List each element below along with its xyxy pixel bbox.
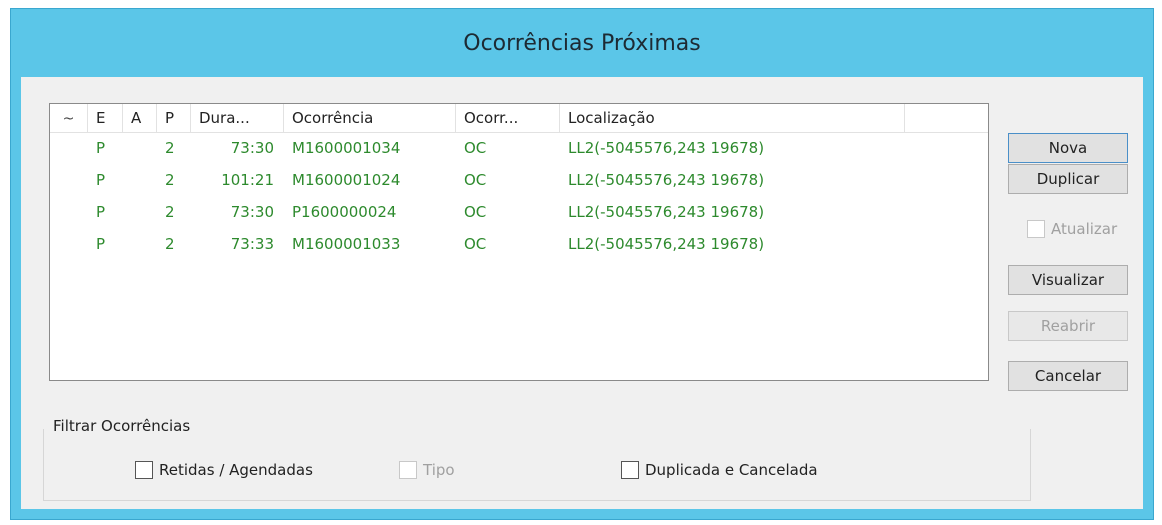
sort-tilde-icon: ~ <box>62 111 75 127</box>
row-cell-e: P <box>96 203 106 221</box>
table-row[interactable]: P 2 73:33 M1600001033 OC LL2(-5045576,24… <box>50 228 988 260</box>
filter-groupbox-title: Filtrar Ocorrências <box>53 417 195 435</box>
row-cell-localizacao: LL2(-5045576,243 19678) <box>568 203 765 221</box>
row-cell-ocorr: OC <box>464 235 487 253</box>
row-cell-duration: 73:30 <box>230 203 274 221</box>
reabrir-button[interactable]: Reabrir <box>1008 311 1128 341</box>
nova-button[interactable]: Nova <box>1008 133 1128 163</box>
row-cell-duration: 73:30 <box>230 139 274 157</box>
atualizar-checkbox-label: Atualizar <box>1051 220 1118 238</box>
atualizar-checkbox-box[interactable] <box>1027 220 1045 238</box>
column-header-ocorr[interactable]: Ocorr... <box>456 104 560 132</box>
row-cell-ocorrencia: M1600001024 <box>292 171 401 189</box>
retidas-agendadas-checkbox[interactable]: Retidas / Agendadas <box>135 461 313 479</box>
occurrences-list[interactable]: ~ E A P Dura... Ocorrência Ocorr... Loca… <box>49 103 989 381</box>
row-cell-e: P <box>96 139 106 157</box>
table-row[interactable]: P 2 73:30 P1600000024 OC LL2(-5045576,24… <box>50 196 988 228</box>
row-cell-til <box>50 196 88 228</box>
duplicada-cancelada-checkbox-box[interactable] <box>621 461 639 479</box>
row-cell-p: 2 <box>165 203 175 221</box>
atualizar-checkbox[interactable]: Atualizar <box>1027 220 1117 238</box>
column-header-p[interactable]: P <box>157 104 191 132</box>
visualizar-button[interactable]: Visualizar <box>1008 265 1128 295</box>
column-header-sort[interactable]: ~ <box>50 104 88 132</box>
column-header-localizacao[interactable]: Localização <box>560 104 905 132</box>
row-cell-til <box>50 228 88 260</box>
row-cell-localizacao: LL2(-5045576,243 19678) <box>568 235 765 253</box>
cancelar-button[interactable]: Cancelar <box>1008 361 1128 391</box>
window-title: Ocorrências Próximas <box>463 30 701 56</box>
row-cell-e: P <box>96 171 106 189</box>
row-cell-localizacao: LL2(-5045576,243 19678) <box>568 139 765 157</box>
dialog-window: Ocorrências Próximas ~ E A P Dura... Oco… <box>10 8 1154 520</box>
list-header: ~ E A P Dura... Ocorrência Ocorr... Loca… <box>50 104 988 133</box>
tipo-label: Tipo <box>423 461 455 479</box>
column-header-duration[interactable]: Dura... <box>191 104 284 132</box>
table-row[interactable]: P 2 73:30 M1600001034 OC LL2(-5045576,24… <box>50 132 988 164</box>
row-cell-a <box>123 164 157 196</box>
row-cell-ocorrencia: P1600000024 <box>292 203 397 221</box>
row-cell-ocorrencia: M1600001033 <box>292 235 401 253</box>
row-cell-e: P <box>96 235 106 253</box>
retidas-agendadas-checkbox-box[interactable] <box>135 461 153 479</box>
retidas-agendadas-label: Retidas / Agendadas <box>159 461 313 479</box>
row-cell-p: 2 <box>165 139 175 157</box>
tipo-checkbox-box[interactable] <box>399 461 417 479</box>
row-cell-ocorrencia: M1600001034 <box>292 139 401 157</box>
table-row[interactable]: P 2 101:21 M1600001024 OC LL2(-5045576,2… <box>50 164 988 196</box>
column-header-e[interactable]: E <box>88 104 123 132</box>
dialog-client-area: ~ E A P Dura... Ocorrência Ocorr... Loca… <box>21 77 1143 509</box>
column-header-ocorrencia[interactable]: Ocorrência <box>284 104 456 132</box>
row-cell-a <box>123 228 157 260</box>
row-cell-til <box>50 164 88 196</box>
row-cell-ocorr: OC <box>464 171 487 189</box>
row-cell-p: 2 <box>165 171 175 189</box>
duplicada-cancelada-label: Duplicada e Cancelada <box>645 461 818 479</box>
list-rows: P 2 73:30 M1600001034 OC LL2(-5045576,24… <box>50 132 988 260</box>
duplicar-button[interactable]: Duplicar <box>1008 164 1128 194</box>
row-cell-duration: 73:33 <box>230 235 274 253</box>
row-cell-localizacao: LL2(-5045576,243 19678) <box>568 171 765 189</box>
row-cell-ocorr: OC <box>464 139 487 157</box>
column-header-a[interactable]: A <box>123 104 157 132</box>
row-cell-duration: 101:21 <box>221 171 274 189</box>
row-cell-til <box>50 132 88 164</box>
row-cell-a <box>123 196 157 228</box>
duplicada-cancelada-checkbox[interactable]: Duplicada e Cancelada <box>621 461 818 479</box>
row-cell-p: 2 <box>165 235 175 253</box>
row-cell-ocorr: OC <box>464 203 487 221</box>
row-cell-a <box>123 132 157 164</box>
tipo-checkbox[interactable]: Tipo <box>399 461 455 479</box>
